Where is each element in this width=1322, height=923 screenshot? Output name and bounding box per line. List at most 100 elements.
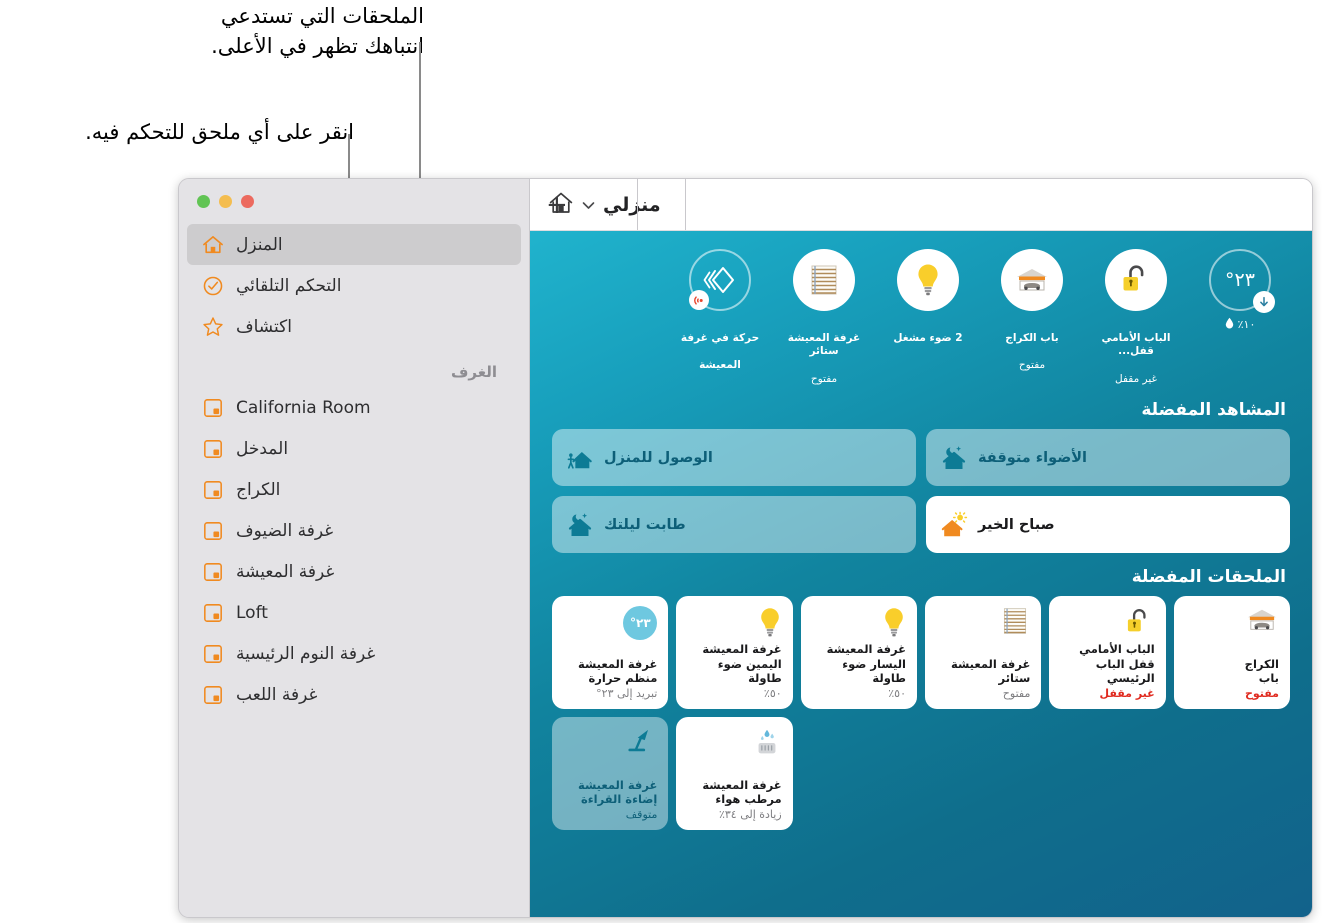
- sidebar-room-living-room[interactable]: غرفة المعيشة: [187, 551, 521, 592]
- scene-tile-arrive-home[interactable]: الوصول للمنزل: [552, 429, 916, 487]
- sidebar-item-label: التحكم التلقائي: [236, 275, 342, 296]
- sidebar-room-loft[interactable]: Loft: [187, 592, 521, 633]
- callout-tap-accessory: انقر على أي ملحق للتحكم فيه.: [85, 120, 354, 144]
- house-walk-icon: [566, 445, 594, 471]
- status-item-front-door-lock[interactable]: الباب الأمامي قفل... غير مقفل: [1090, 249, 1182, 386]
- room-icon: [201, 397, 225, 419]
- accessory-name: غرفة المعيشة إضاءة القراءة: [577, 777, 658, 806]
- lightbulb-icon: [897, 249, 959, 311]
- house-moon-icon: [566, 512, 594, 538]
- accessory-text: غرفة المعيشة ستائر مفتوح: [936, 657, 1030, 701]
- accessory-text: غرفة المعيشة اليسار ضوء طاولة ٥٠٪: [812, 642, 906, 700]
- grid-spacer: [1174, 717, 1290, 830]
- room-icon: [201, 438, 225, 460]
- sidebar-item-label: اكتشاف: [236, 316, 292, 337]
- lightbulb-icon: [687, 606, 781, 640]
- status-title: حركة في غرفة: [680, 331, 760, 344]
- sidebar-room-entrance[interactable]: المدخل: [187, 428, 521, 469]
- grid-spacer: [801, 717, 917, 830]
- status-title: 2 ضوء مشغل: [893, 331, 963, 344]
- accessory-tile-right-table-lamp[interactable]: غرفة المعيشة اليمين ضوء طاولة ٥٠٪: [676, 596, 793, 710]
- scenes-section-header: المشاهد المفضلة: [1141, 400, 1286, 421]
- accessory-name: غرفة المعيشة منظم حرارة: [577, 656, 658, 685]
- accessory-tile-garage-door[interactable]: الكراج باب مفتوح: [1173, 596, 1290, 710]
- room-icon: [201, 643, 225, 665]
- sidebar-room-master-bedroom[interactable]: غرفة النوم الرئيسية: [187, 633, 521, 674]
- toolbar-divider: [685, 179, 686, 230]
- status-item-motion-sensor[interactable]: حركة في غرفة المعيشة: [674, 249, 766, 386]
- status-state: غير مقفل: [1115, 372, 1157, 385]
- status-title: الباب الأمامي قفل...: [1101, 331, 1171, 358]
- sidebar-room-label: غرفة الضيوف: [236, 520, 334, 541]
- sidebar-item-label: المنزل: [236, 234, 283, 255]
- thermostat-temperature-pill: ٢٣°: [623, 606, 658, 641]
- scene-label: الوصول للمنزل: [604, 449, 713, 466]
- room-icon: [201, 479, 225, 501]
- accessory-state: تبريد إلى ٢٣°: [596, 687, 658, 701]
- room-icon: [201, 602, 225, 624]
- garage-icon: [1185, 606, 1279, 640]
- house-sun-icon: [940, 511, 968, 538]
- accessory-text: غرفة المعيشة اليمين ضوء طاولة ٥٠٪: [687, 642, 781, 700]
- lightbulb-icon: [812, 606, 906, 640]
- house-moon-icon: [940, 445, 968, 471]
- temperature-circle: ٢٣°: [1209, 249, 1275, 313]
- motion-alert-badge: [689, 290, 709, 310]
- zoom-button[interactable]: [197, 195, 210, 208]
- thermostat-icon: ٢٣°: [563, 606, 658, 641]
- callout-accessories-top: الملحقات التي تستدعي انتباهك تظهر في الأ…: [211, 4, 424, 58]
- status-title: باب الكراج: [1005, 331, 1059, 344]
- close-button[interactable]: [241, 195, 254, 208]
- scene-label: طابت ليلتك: [604, 516, 686, 533]
- accessory-tile-living-room-blinds[interactable]: غرفة المعيشة ستائر مفتوح: [925, 596, 1042, 710]
- scenes-grid: الأضواء متوقفة الوصول للمنزل صباح الخير …: [552, 429, 1290, 554]
- status-caption: باب الكراج مفتوح: [1005, 318, 1058, 373]
- accessory-tile-humidifier[interactable]: غرفة المعيشة مرطب هواء زيادة إلى ٣٤٪: [676, 717, 793, 831]
- scene-label: الأضواء متوقفة: [978, 449, 1088, 466]
- accessory-name: غرفة المعيشة اليسار ضوء طاولة: [826, 642, 906, 685]
- sidebar-item-automation[interactable]: التحكم التلقائي: [187, 265, 521, 306]
- sidebar-room-guest-room[interactable]: غرفة الضيوف: [187, 510, 521, 551]
- minimize-button[interactable]: [219, 195, 232, 208]
- temperature-value: ٢٣°: [1225, 269, 1255, 291]
- sidebar-room-california-room[interactable]: California Room: [187, 387, 521, 428]
- accessories-grid-row-2: غرفة المعيشة مرطب هواء زيادة إلى ٣٤٪ غرف…: [552, 717, 1290, 831]
- accessory-state: مفتوح: [1002, 687, 1031, 701]
- room-icon: [201, 684, 225, 706]
- status-caption: حركة في غرفة المعيشة: [681, 318, 759, 373]
- scene-label: صباح الخير: [978, 516, 1055, 533]
- scene-tile-lights-off[interactable]: الأضواء متوقفة: [926, 429, 1290, 487]
- accessory-name: غرفة المعيشة ستائر: [950, 656, 1031, 685]
- accessory-name: الباب الأمامي قفل الباب الرئيسي: [1079, 642, 1155, 685]
- home-title: منزلي: [603, 193, 661, 216]
- status-state: مفتوح: [1018, 358, 1046, 371]
- accessory-name: غرفة المعيشة مرطب هواء: [702, 777, 782, 806]
- sidebar-room-garage[interactable]: الكراج: [187, 469, 521, 510]
- add-accessory-button[interactable]: +: [546, 192, 568, 218]
- status-item-garage-door[interactable]: باب الكراج مفتوح: [986, 249, 1078, 386]
- accessory-tile-thermostat[interactable]: ٢٣° غرفة المعيشة منظم حرارة تبريد إلى ٢٣…: [552, 596, 669, 710]
- status-item-living-room-blinds[interactable]: غرفة المعيشة ستائر مفتوح: [778, 249, 870, 386]
- star-icon: [201, 316, 225, 338]
- lock-open-icon: [1060, 606, 1154, 640]
- accessory-tile-reading-light[interactable]: غرفة المعيشة إضاءة القراءة متوقف: [552, 717, 669, 831]
- sidebar-rooms-header: الغرف: [451, 363, 497, 381]
- sidebar-item-discover[interactable]: اكتشاف: [187, 306, 521, 347]
- status-item-climate[interactable]: ٢٣° ١٠٪: [1194, 249, 1286, 386]
- sidebar-item-home[interactable]: المنزل: [187, 224, 521, 265]
- sidebar: المنزل التحكم التلقائي اكتشاف الغرف Cali…: [179, 179, 529, 917]
- scene-tile-good-night[interactable]: طابت ليلتك: [552, 496, 916, 554]
- sidebar-room-label: المدخل: [236, 438, 289, 459]
- status-caption: 2 ضوء مشغل: [893, 318, 962, 345]
- accessory-text: غرفة المعيشة منظم حرارة تبريد إلى ٢٣°: [563, 657, 657, 701]
- status-item-lights-on[interactable]: 2 ضوء مشغل: [882, 249, 974, 386]
- status-caption: غرفة المعيشة ستائر مفتوح: [778, 318, 870, 386]
- toolbar-divider: [637, 179, 638, 230]
- accessory-tile-left-table-lamp[interactable]: غرفة المعيشة اليسار ضوء طاولة ٥٠٪: [800, 596, 917, 710]
- water-drop-icon: [1225, 317, 1234, 332]
- sidebar-room-playroom[interactable]: غرفة اللعب: [187, 674, 521, 715]
- chevron-down-icon: [582, 195, 595, 214]
- accessory-state: مفتوح: [1244, 687, 1279, 701]
- accessory-tile-front-door-lock[interactable]: الباب الأمامي قفل الباب الرئيسي غير مقفل: [1049, 596, 1166, 710]
- scene-tile-good-morning[interactable]: صباح الخير: [926, 496, 1290, 554]
